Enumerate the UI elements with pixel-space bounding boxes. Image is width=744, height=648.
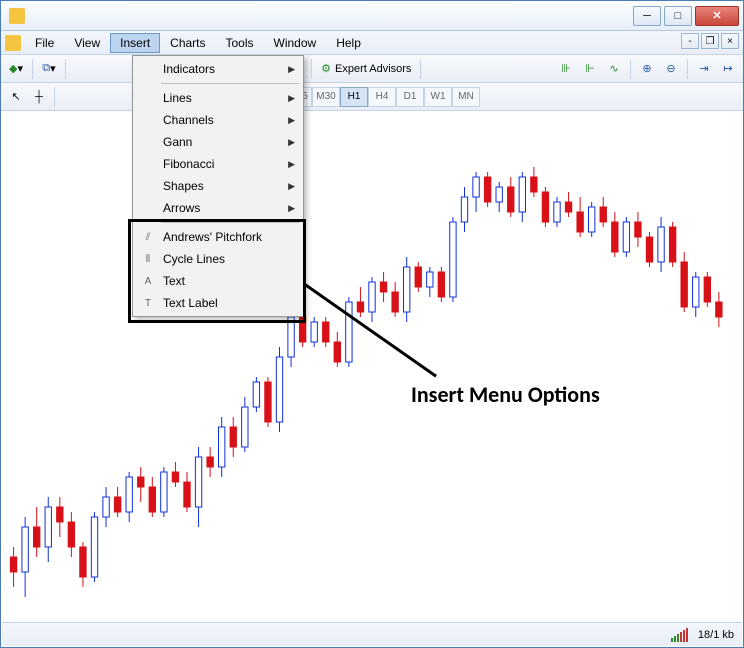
pitchfork-icon: ⫽: [139, 228, 157, 246]
submenu-arrow-icon: ▶: [288, 115, 295, 126]
menu-item-arrows[interactable]: Arrows ▶: [135, 197, 301, 219]
close-button[interactable]: ✕: [695, 6, 739, 26]
cycle-icon: ⦀: [139, 250, 157, 268]
app-window: ─ □ ✕ FileViewInsertChartsToolsWindowHel…: [0, 0, 744, 648]
submenu-arrow-icon: ▶: [288, 159, 295, 170]
mdi-close-button[interactable]: ×: [721, 33, 739, 49]
window-controls: ─ □ ✕: [633, 6, 739, 26]
A-icon: A: [139, 272, 157, 290]
timeframe-w1[interactable]: W1: [424, 87, 452, 107]
connection-bars-icon: [671, 628, 688, 642]
menu-item-label: Shapes: [163, 179, 204, 193]
profiles-button[interactable]: ⧉▾: [38, 58, 60, 80]
toolbar-separator: [687, 59, 688, 79]
menu-item-label: Andrews' Pitchfork: [163, 230, 262, 244]
menu-item-lines[interactable]: Lines ▶: [135, 87, 301, 109]
auto-scroll-button[interactable]: ⇥: [693, 58, 715, 80]
connection-kb-label: 18/1 kb: [698, 629, 734, 641]
zoom-in-button[interactable]: ⊕: [636, 58, 658, 80]
title-bar: ─ □ ✕: [1, 1, 743, 31]
mdi-controls: - ❐ ×: [681, 33, 739, 49]
menu-separator: [161, 222, 299, 223]
menu-bar: FileViewInsertChartsToolsWindowHelp - ❐ …: [1, 31, 743, 55]
timeframe-h4[interactable]: H4: [368, 87, 396, 107]
timeframe-mn[interactable]: MN: [452, 87, 480, 107]
chart-shift-button[interactable]: ↦: [717, 58, 739, 80]
app-icon: [9, 8, 25, 24]
timeframe-d1[interactable]: D1: [396, 87, 424, 107]
toolbar-separator: [311, 59, 312, 79]
expert-advisors-label: Expert Advisors: [335, 63, 411, 75]
maximize-button[interactable]: □: [664, 6, 692, 26]
submenu-arrow-icon: ▶: [288, 64, 295, 75]
menu-separator: [161, 83, 299, 84]
new-chart-button[interactable]: ◆▾: [5, 58, 27, 80]
menu-item-text[interactable]: Text A: [135, 270, 301, 292]
menu-item-label: Indicators: [163, 62, 215, 76]
menu-view[interactable]: View: [64, 33, 110, 53]
menu-item-fibonacci[interactable]: Fibonacci ▶: [135, 153, 301, 175]
menu-tools[interactable]: Tools: [216, 33, 264, 53]
toolbar-separator: [65, 59, 66, 79]
menu-charts[interactable]: Charts: [160, 33, 215, 53]
menu-item-text-label[interactable]: Text Label T: [135, 292, 301, 314]
menu-item-indicators[interactable]: Indicators ▶: [135, 58, 301, 80]
app-menu-icon: [5, 35, 21, 51]
menu-item-label: Arrows: [163, 201, 200, 215]
minimize-button[interactable]: ─: [633, 6, 661, 26]
menu-item-label: Text Label: [163, 296, 218, 310]
menu-item-channels[interactable]: Channels ▶: [135, 109, 301, 131]
bar-chart-button[interactable]: ⊪: [555, 58, 577, 80]
timeframe-h1[interactable]: H1: [340, 87, 368, 107]
insert-menu-dropdown: Indicators▶Lines▶Channels▶Gann▶Fibonacci…: [132, 55, 304, 317]
menu-help[interactable]: Help: [326, 33, 371, 53]
toolbar-main: ◆▾ ⧉▾ w Order ◆ ⚙Expert Advisors ⊪ ⊩ ∿ ⊕…: [1, 55, 743, 83]
status-bar: 18/1 kb: [2, 622, 742, 646]
menu-item-label: Text: [163, 274, 185, 288]
menu-item-label: Gann: [163, 135, 192, 149]
submenu-arrow-icon: ▶: [288, 203, 295, 214]
menu-item-gann[interactable]: Gann ▶: [135, 131, 301, 153]
menu-item-label: Fibonacci: [163, 157, 214, 171]
toolbar-objects: ↖ ┼ M1M5M15M30H1H4D1W1MN: [1, 83, 743, 111]
toolbar-separator: [32, 59, 33, 79]
zoom-out-button[interactable]: ⊖: [660, 58, 682, 80]
cursor-button[interactable]: ↖: [5, 86, 27, 108]
chart-area[interactable]: [2, 113, 742, 621]
line-chart-button[interactable]: ∿: [603, 58, 625, 80]
submenu-arrow-icon: ▶: [288, 93, 295, 104]
T-icon: T: [139, 294, 157, 312]
menu-item-cycle-lines[interactable]: Cycle Lines ⦀: [135, 248, 301, 270]
annotation-text: Insert Menu Options: [411, 381, 600, 408]
menu-item-label: Channels: [163, 113, 214, 127]
submenu-arrow-icon: ▶: [288, 137, 295, 148]
menu-item-shapes[interactable]: Shapes ▶: [135, 175, 301, 197]
candle-chart-button[interactable]: ⊩: [579, 58, 601, 80]
toolbar-separator: [630, 59, 631, 79]
toolbar-separator: [420, 59, 421, 79]
menu-window[interactable]: Window: [264, 33, 327, 53]
menu-item-andrews-pitchfork[interactable]: Andrews' Pitchfork ⫽: [135, 226, 301, 248]
menu-file[interactable]: File: [25, 33, 64, 53]
submenu-arrow-icon: ▶: [288, 181, 295, 192]
menu-item-label: Lines: [163, 91, 192, 105]
toolbar-separator: [54, 87, 55, 107]
timeframe-m30[interactable]: M30: [312, 87, 340, 107]
mdi-restore-button[interactable]: ❐: [701, 33, 719, 49]
candlestick-chart: [2, 113, 742, 621]
menu-item-label: Cycle Lines: [163, 252, 225, 266]
expert-advisors-button[interactable]: ⚙Expert Advisors: [317, 58, 415, 80]
mdi-minimize-button[interactable]: -: [681, 33, 699, 49]
crosshair-button[interactable]: ┼: [28, 86, 50, 108]
menu-insert[interactable]: Insert: [110, 33, 160, 53]
